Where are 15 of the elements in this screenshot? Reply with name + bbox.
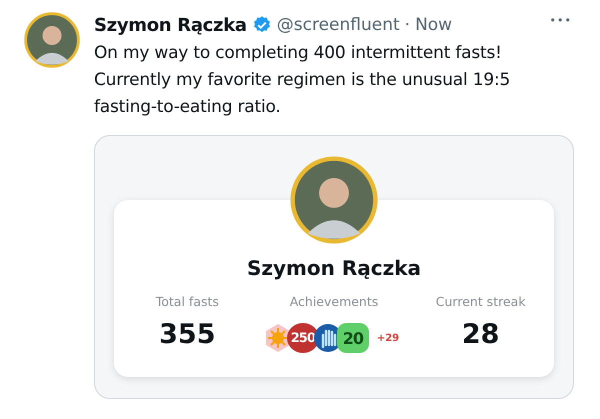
- profile-name: Szymon Rączka: [246, 256, 422, 280]
- more-count: +29: [376, 332, 400, 344]
- user-handle[interactable]: @screenfluent: [276, 15, 400, 35]
- separator: ·: [404, 15, 410, 35]
- stat-label: Current streak: [434, 294, 527, 309]
- avatar: [24, 12, 80, 68]
- tweet-text: On my way to completing 400 intermittent fasts! Currently my favorite regimen is the unusual 19:5 fasting-to-eating ratio.: [94, 42, 512, 119]
- timestamp[interactable]: Now: [415, 15, 452, 35]
- stat-label: Achievements: [288, 294, 380, 309]
- author-name[interactable]: Szymon Rączka: [94, 14, 247, 36]
- stat-label: Total fasts: [154, 294, 220, 309]
- achievement-badge: 20: [336, 323, 369, 353]
- more-options-button[interactable]: •••: [550, 14, 572, 27]
- stat-value: 355: [158, 319, 217, 350]
- stat-value: 28: [460, 319, 500, 350]
